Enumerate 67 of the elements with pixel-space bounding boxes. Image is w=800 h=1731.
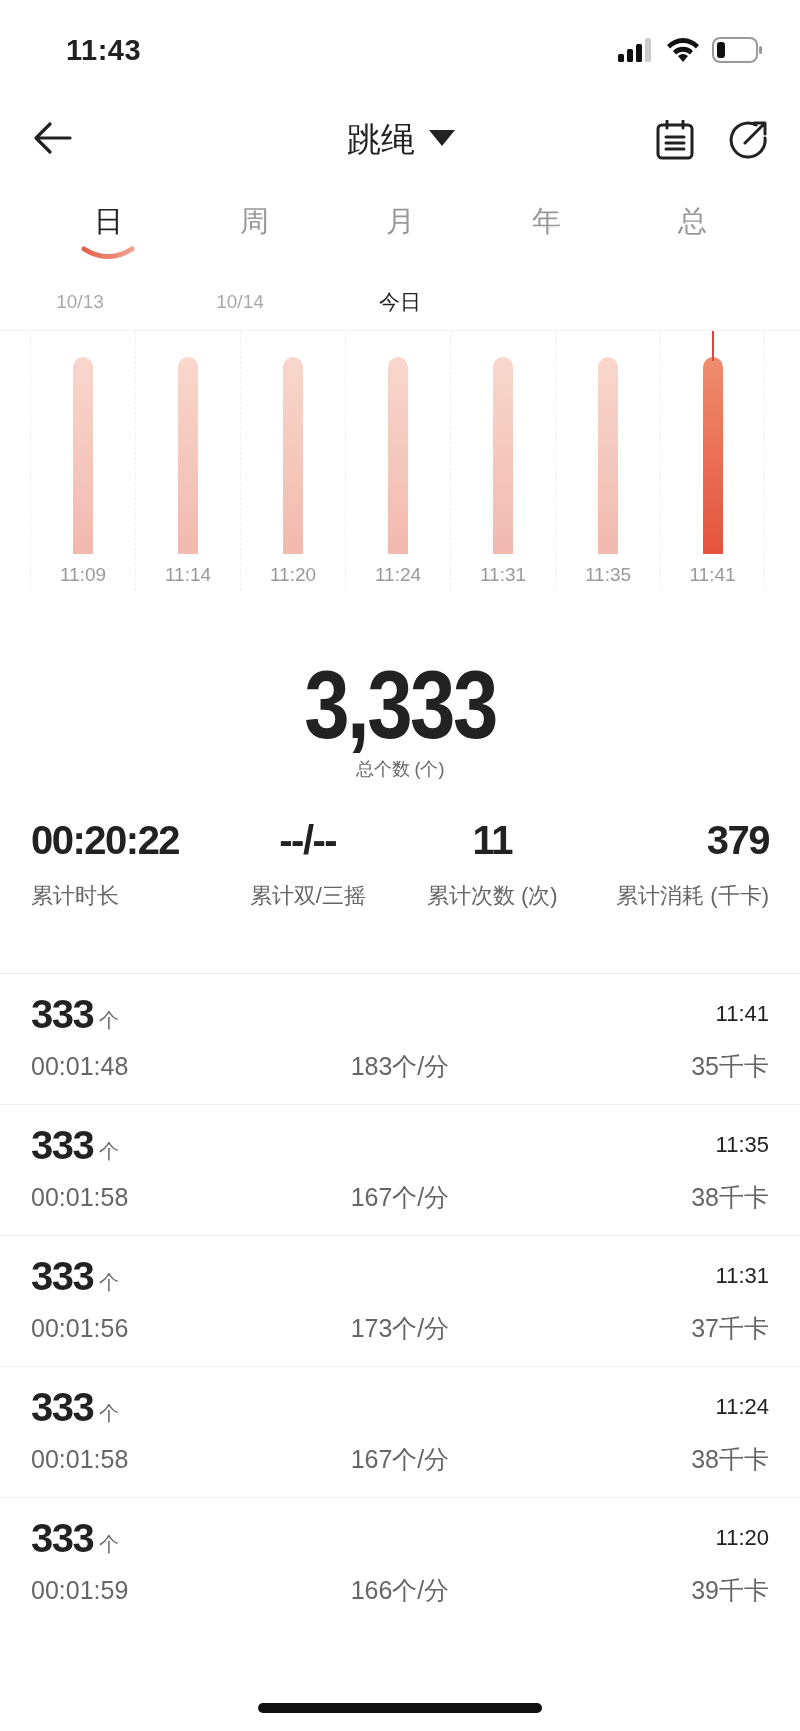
sport-title[interactable]: 跳绳 [347, 117, 415, 163]
bar-time-label: 11:31 [479, 564, 527, 586]
bar-time-label: 11:09 [59, 564, 107, 586]
battery-icon [712, 37, 762, 63]
record-duration: 00:01:58 [31, 1445, 130, 1474]
total-count: 3,333 [303, 657, 497, 753]
bar-time-label: 11:41 [689, 564, 736, 586]
record-count: 333 [31, 1516, 94, 1560]
record-time: 11:20 [715, 1525, 769, 1551]
record-count: 333 [31, 1254, 94, 1298]
record-rate: 167个/分 [349, 1182, 451, 1213]
selection-line [711, 331, 714, 361]
period-tab[interactable]: 月 [385, 202, 415, 242]
stat-label: 累计次数 (次) [426, 882, 558, 910]
stat-label: 累计消耗 (千卡) [616, 882, 769, 910]
stat-value: 379 [706, 817, 769, 863]
bar-time-label: 11:24 [374, 564, 422, 586]
period-tab[interactable]: 年 [531, 202, 561, 242]
signal-icon [618, 38, 654, 62]
notepad-icon[interactable] [656, 120, 694, 160]
record-rate: 166个/分 [349, 1575, 451, 1606]
record-time: 11:31 [715, 1263, 769, 1289]
record-unit: 个 [99, 1532, 120, 1557]
record-calories: 39千卡 [690, 1575, 769, 1606]
period-tab[interactable]: 周 [239, 202, 269, 242]
status-time: 11:43 [66, 33, 142, 67]
stat-label: 累计时长 [31, 882, 119, 910]
record-rate: 173个/分 [349, 1313, 451, 1344]
record-rate: 167个/分 [349, 1444, 451, 1475]
record-duration: 00:01:56 [31, 1314, 130, 1343]
record-unit: 个 [99, 1139, 120, 1164]
record-time: 11:24 [715, 1394, 769, 1420]
period-tab[interactable]: 总 [677, 202, 707, 242]
wifi-icon [666, 38, 700, 62]
record-calories: 35千卡 [690, 1051, 769, 1082]
period-tab[interactable]: 日 [93, 202, 123, 242]
record-calories: 37千卡 [690, 1313, 769, 1344]
stat-value: --/-- [279, 817, 337, 863]
record-count: 333 [31, 1123, 94, 1167]
record-calories: 38千卡 [690, 1444, 769, 1475]
record-count: 333 [31, 992, 94, 1036]
chart-bar[interactable] [702, 357, 723, 554]
record-duration: 00:01:48 [31, 1052, 130, 1081]
bar-time-label: 11:20 [269, 564, 317, 586]
total-count-label: 总个数 (个) [354, 758, 446, 781]
date-item[interactable]: 10/14 [216, 291, 264, 313]
stat-value: 00:20:22 [31, 817, 180, 863]
bar-time-label: 11:35 [584, 564, 632, 586]
record-rate: 183个/分 [349, 1051, 451, 1082]
dropdown-caret-icon[interactable] [429, 130, 455, 146]
date-item[interactable]: 10/13 [56, 291, 104, 313]
record-time: 11:35 [715, 1132, 769, 1158]
record-unit: 个 [99, 1270, 120, 1295]
stat-label: 累计双/三摇 [249, 882, 366, 910]
record-count: 333 [31, 1385, 94, 1429]
record-unit: 个 [99, 1401, 120, 1426]
bar-time-label: 11:14 [164, 564, 212, 586]
record-duration: 00:01:59 [31, 1576, 130, 1605]
record-time: 11:41 [715, 1001, 769, 1027]
tab-indicator [81, 246, 135, 260]
share-icon[interactable] [728, 120, 768, 160]
record-unit: 个 [99, 1008, 120, 1033]
date-item[interactable]: 今日 [379, 288, 421, 316]
stat-value: 11 [472, 817, 512, 863]
back-arrow-icon[interactable] [32, 121, 72, 155]
record-duration: 00:01:58 [31, 1183, 130, 1212]
record-calories: 38千卡 [690, 1182, 769, 1213]
